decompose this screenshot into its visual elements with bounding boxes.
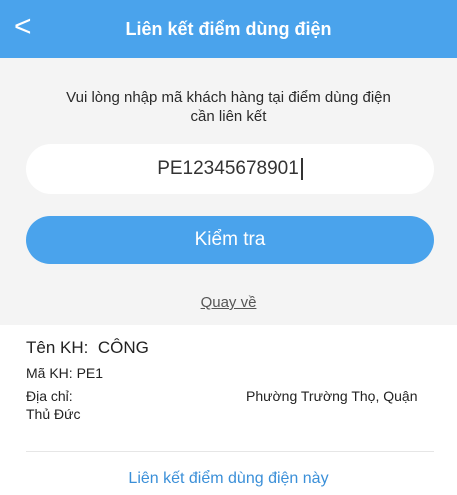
customer-address-row: Địa chỉ: Phường Trường Thọ, Quận Thủ Đức xyxy=(26,387,436,423)
app-header: < Liên kết điểm dùng điện xyxy=(0,0,457,58)
link-meter-button[interactable]: Liên kết điểm dùng điện này xyxy=(0,470,457,488)
address-label: Địa chỉ: xyxy=(26,388,73,404)
divider xyxy=(26,451,434,452)
page-title: Liên kết điểm dùng điện xyxy=(125,19,332,39)
customer-code-info-value: PE1 xyxy=(76,365,104,381)
customer-name-label: Tên KH: xyxy=(26,338,89,357)
go-back-link[interactable]: Quay về xyxy=(0,294,457,311)
address-line-2: Thủ Đức xyxy=(26,406,81,422)
customer-name-value: CÔNG xyxy=(97,338,149,357)
text-caret xyxy=(300,157,303,180)
customer-info: Tên KH: CÔNG Mã KH: PE1 Địa chỉ: Phường … xyxy=(26,337,436,423)
instruction-text: Vui lòng nhập mã khách hàng tại điểm dùn… xyxy=(66,89,391,125)
customer-code-input[interactable]: PE12345678901 xyxy=(26,144,434,194)
customer-code-row: Mã KH: PE1 xyxy=(26,363,436,383)
customer-code-value: PE12345678901 xyxy=(157,158,299,179)
address-line-1: Phường Trường Thọ, Quận xyxy=(246,388,418,404)
customer-name-row: Tên KH: CÔNG xyxy=(26,337,436,359)
customer-code-label: Mã KH: xyxy=(26,365,73,381)
check-button[interactable]: Kiểm tra xyxy=(26,216,434,264)
lookup-panel: Vui lòng nhập mã khách hàng tại điểm dùn… xyxy=(0,58,457,325)
